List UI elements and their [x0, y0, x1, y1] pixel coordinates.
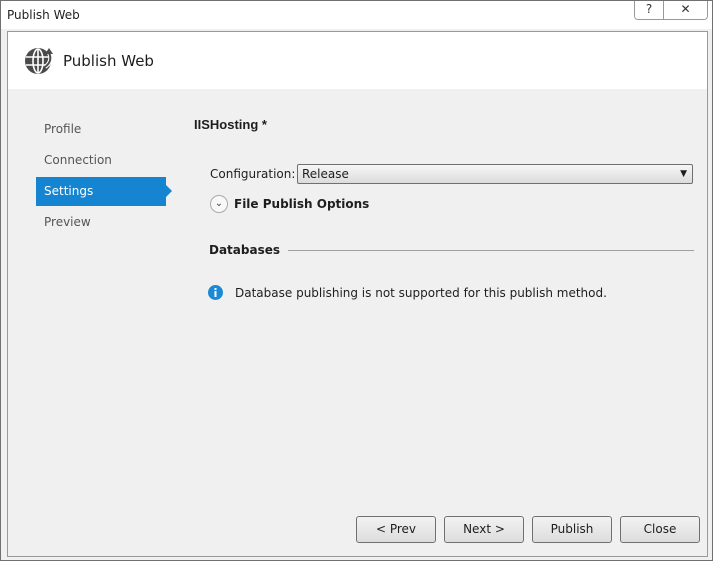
info-message: Database publishing is not supported for… — [208, 285, 607, 300]
title-bar: Publish Web ? ✕ — [1, 1, 712, 29]
window-title: Publish Web — [7, 8, 80, 22]
file-publish-options-label: File Publish Options — [234, 197, 370, 211]
file-publish-options-toggle[interactable]: ⌄ File Publish Options — [210, 195, 369, 213]
wizard-nav: Profile Connection Settings Preview — [36, 115, 176, 239]
nav-item-preview[interactable]: Preview — [36, 208, 166, 237]
close-button[interactable]: Close — [620, 516, 700, 543]
publish-button[interactable]: Publish — [532, 516, 612, 543]
configuration-label: Configuration: — [210, 167, 296, 181]
header-title: Publish Web — [63, 52, 154, 70]
databases-section: Databases — [209, 243, 694, 257]
publish-web-dialog: Publish Web ? ✕ Publish Web Profile Conn… — [0, 0, 713, 561]
dropdown-arrow-icon: ▼ — [680, 169, 687, 179]
nav-item-profile[interactable]: Profile — [36, 115, 166, 144]
configuration-select[interactable]: Release ▼ — [297, 164, 693, 184]
header: Publish Web — [8, 32, 707, 89]
info-icon — [208, 285, 223, 300]
nav-item-settings[interactable]: Settings — [36, 177, 172, 206]
next-button[interactable]: Next > — [444, 516, 524, 543]
close-window-button[interactable]: ✕ — [663, 1, 707, 19]
profile-name: IISHosting * — [194, 117, 267, 132]
info-text: Database publishing is not supported for… — [235, 285, 607, 300]
button-bar: < Prev Next > Publish Close — [356, 516, 700, 543]
divider — [288, 249, 694, 251]
prev-button[interactable]: < Prev — [356, 516, 436, 543]
globe-publish-icon — [25, 48, 53, 74]
nav-item-connection[interactable]: Connection — [36, 146, 166, 175]
help-button[interactable]: ? — [635, 1, 663, 19]
configuration-value: Release — [302, 167, 349, 181]
chevron-down-icon[interactable]: ⌄ — [210, 195, 228, 213]
databases-label: Databases — [209, 243, 281, 257]
